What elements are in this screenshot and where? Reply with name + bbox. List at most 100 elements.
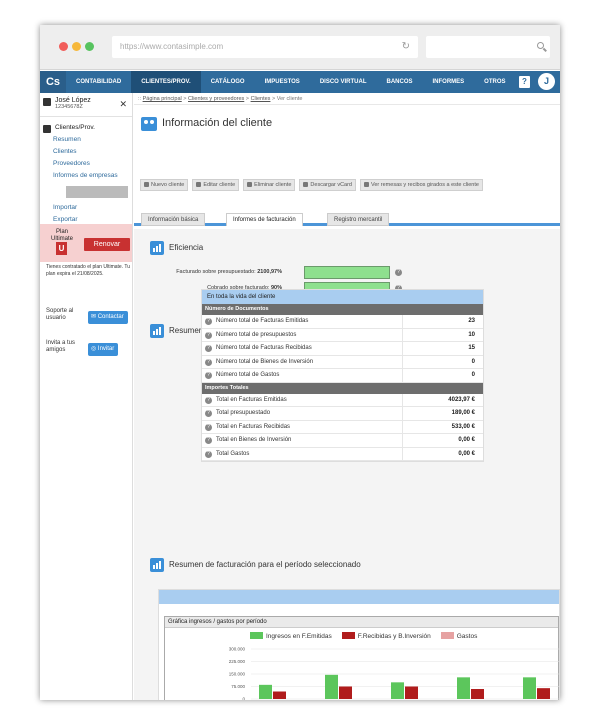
help-icon[interactable]: ? — [519, 76, 530, 88]
divider — [402, 315, 403, 328]
breadcrumb-clientes-proveedores[interactable]: Clientes y proveedores — [188, 96, 244, 102]
tab-registro-mercantil[interactable]: Registro mercantil — [327, 213, 390, 226]
row-value: 0,00 € — [458, 450, 475, 457]
page-title: Información del cliente — [162, 117, 273, 129]
sidebar-item-proveedores[interactable]: Proveedores — [53, 158, 132, 170]
row-label: Número total de presupuestos — [216, 331, 297, 338]
title-bar: Información del cliente — [134, 105, 560, 139]
new-client-button[interactable]: Nuevo cliente — [140, 179, 189, 191]
breadcrumb-clientes[interactable]: Clientes — [251, 96, 271, 102]
sidebar-item-resumen[interactable]: Resumen — [53, 134, 132, 146]
row-value: 10 — [468, 331, 475, 338]
user-block: José López 12345678Z ✕ — [40, 93, 132, 117]
download-vcard-button[interactable]: Descargar vCard — [299, 179, 356, 191]
help-icon[interactable]: ? — [205, 345, 212, 352]
table-row: ? Número total de presupuestos 10 — [202, 328, 483, 342]
chart-icon — [150, 324, 164, 338]
table-row: ? Total en Bienes de Inversión 0,00 € — [202, 434, 483, 448]
row-label: Total en Bienes de Inversión — [216, 437, 292, 443]
table-row: ? Número total de Facturas Emitidas 23 — [202, 315, 483, 329]
row-value: 4023,97 € — [448, 396, 475, 403]
help-icon[interactable]: ? — [205, 437, 212, 444]
divider — [402, 393, 403, 406]
divider — [402, 420, 403, 433]
chart-icon — [150, 558, 164, 572]
nav-informes[interactable]: INFORMES — [423, 71, 475, 93]
sidebar-item-importar[interactable]: Importar — [53, 202, 132, 214]
bar — [391, 682, 404, 699]
delete-client-button[interactable]: Eliminar cliente — [243, 179, 296, 191]
sidebar: José López 12345678Z ✕ Clientes/Prov. Re… — [40, 93, 133, 700]
bar — [471, 689, 484, 699]
top-nav: Cs CONTABILIDAD CLIENTES/PROV. CATÁLOGO … — [40, 71, 560, 93]
bar — [259, 684, 272, 699]
app-logo[interactable]: Cs — [40, 71, 66, 93]
avatar[interactable]: J — [538, 73, 555, 90]
period-bar — [159, 590, 559, 604]
help-icon[interactable]: ? — [205, 423, 212, 431]
table-row: ? Número total de Facturas Recibidas 15 — [202, 342, 483, 356]
help-icon[interactable]: ? — [205, 450, 212, 458]
table-row: ? Total en Facturas Emitidas 4023,97 € — [202, 393, 483, 407]
address-bar[interactable]: https://www.contasimple.com ↻ — [112, 36, 418, 58]
nav-catalogo[interactable]: CATÁLOGO — [201, 71, 255, 93]
bar — [325, 674, 338, 699]
help-icon[interactable]: ? — [395, 269, 402, 276]
divider — [402, 447, 403, 460]
close-window-button[interactable] — [59, 42, 68, 51]
efficiency-title: Eficiencia — [150, 241, 203, 255]
help-icon[interactable]: ? — [205, 331, 212, 339]
users-icon — [141, 117, 157, 131]
income-expense-chart: 300.000225.000150.00075.0000Enero Febrero… — [229, 647, 560, 700]
table-row: ? Número total de Bienes de Inversión 0 — [202, 355, 483, 369]
row-value: 0,00 € — [458, 437, 475, 443]
table-row: ? Total Gastos 0,00 € — [202, 447, 483, 461]
divider — [402, 369, 403, 382]
edit-client-button[interactable]: Editar cliente — [192, 179, 240, 191]
table-row: ? Total en Facturas Recibidas 533,00 € — [202, 420, 483, 434]
efficiency-bar — [304, 266, 390, 279]
help-icon[interactable]: ? — [205, 318, 212, 325]
minimize-window-button[interactable] — [72, 42, 81, 51]
mail-icon: ✉ — [91, 314, 98, 320]
nav-otros[interactable]: OTROS — [474, 71, 515, 93]
y-tick-label: 225.000 — [229, 659, 246, 664]
nav-clientes[interactable]: CLIENTES/PROV. — [131, 71, 201, 93]
nav-impuestos[interactable]: IMPUESTOS — [255, 71, 310, 93]
help-icon[interactable]: ? — [205, 410, 212, 417]
plan-note: Tienes contratado el plan Ultimate. Tu p… — [46, 264, 131, 277]
view-remittances-button[interactable]: Ver remesas y recibos girados a este cli… — [360, 179, 483, 191]
row-value: 189,00 € — [451, 410, 475, 416]
contacts-icon — [43, 125, 51, 133]
nav-disco-virtual[interactable]: DISCO VIRTUAL — [310, 71, 377, 93]
address-text: https://www.contasimple.com — [120, 42, 224, 51]
invite-button[interactable]: ◎ Invitar — [88, 343, 119, 356]
pencil-icon — [196, 182, 202, 187]
nav-contabilidad[interactable]: CONTABILIDAD — [66, 71, 131, 93]
help-icon[interactable]: ? — [205, 358, 212, 366]
summary-header: En toda la vida del cliente — [202, 290, 483, 304]
table-row: ? Total presupuestado 189,00 € — [202, 407, 483, 421]
sidebar-item-clientes[interactable]: Clientes — [53, 146, 132, 158]
renew-button[interactable]: Renovar — [84, 238, 130, 251]
y-tick-label: 300.000 — [229, 647, 246, 652]
reload-icon[interactable]: ↻ — [402, 36, 410, 58]
breadcrumb-current: Ver cliente — [276, 96, 303, 102]
bank-icon — [364, 182, 369, 187]
toolbar: Nuevo cliente Editar cliente Eliminar cl… — [140, 179, 483, 191]
collapse-sidebar-icon[interactable]: ✕ — [119, 99, 127, 110]
browser-search-input[interactable] — [426, 36, 550, 58]
y-tick-label: 150.000 — [229, 672, 246, 677]
maximize-window-button[interactable] — [85, 42, 94, 51]
sidebar-item-informes-empresas[interactable]: Informes de empresas — [53, 170, 132, 182]
plan-box: Plan Ultimate U Renovar — [40, 224, 132, 262]
help-icon[interactable]: ? — [205, 372, 212, 379]
table-row: ? Número total de Gastos 0 — [202, 369, 483, 383]
nav-bancos[interactable]: BANCOS — [376, 71, 422, 93]
contact-button[interactable]: ✉ Contactar — [88, 311, 128, 324]
bar — [537, 688, 550, 699]
tab-informacion-basica[interactable]: Información básica — [141, 213, 206, 226]
tab-informes-facturacion[interactable]: Informes de facturación — [226, 213, 303, 226]
breadcrumb-home[interactable]: Página principal — [143, 96, 182, 102]
help-icon[interactable]: ? — [205, 396, 212, 404]
